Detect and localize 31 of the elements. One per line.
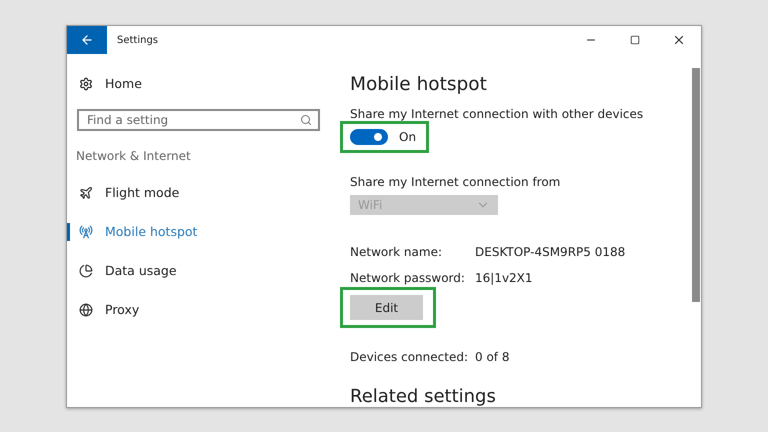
maximize-icon [630, 35, 640, 45]
antenna-icon [79, 224, 93, 238]
scrollbar-thumb[interactable] [692, 68, 700, 302]
sidebar-item[interactable]: Data usage [67, 251, 342, 290]
toggle-switch[interactable] [350, 129, 388, 145]
detail-value: 16|1v2X1 [475, 271, 534, 285]
detail-value: 0 of 8 [475, 350, 510, 364]
plane-icon [79, 186, 93, 200]
window-title: Settings [117, 34, 160, 46]
sidebar-item[interactable]: Proxy [67, 290, 342, 329]
settings-icon [79, 76, 93, 90]
pie-chart-icon [79, 264, 93, 278]
edit-button[interactable]: Edit [350, 295, 423, 320]
detail-value: DESKTOP-4SM9RP5 0188 [475, 245, 626, 259]
detail-label: Devices connected: [350, 350, 469, 364]
detail-label: Network password: [350, 271, 466, 285]
source-label: Share my Internet connection from [350, 175, 560, 189]
back-button[interactable] [67, 26, 107, 54]
close-icon [672, 33, 686, 47]
sidebar-item[interactable]: Flight mode [67, 173, 342, 212]
section-heading: Related settings [350, 386, 496, 407]
globe-icon [79, 302, 93, 316]
sidebar-item[interactable]: Mobile hotspot [67, 212, 342, 251]
section-heading: Network & Internet [75, 148, 192, 165]
page-heading: Mobile hotspot [350, 74, 487, 95]
home-nav-item[interactable]: Home [67, 64, 342, 103]
search-field[interactable]: Find a setting [77, 109, 320, 131]
share-label: Share my Internet connection with other devices [350, 107, 644, 121]
search-icon [300, 114, 312, 126]
toggle-label: On [399, 130, 416, 144]
detail-label: Network name: [350, 245, 443, 259]
